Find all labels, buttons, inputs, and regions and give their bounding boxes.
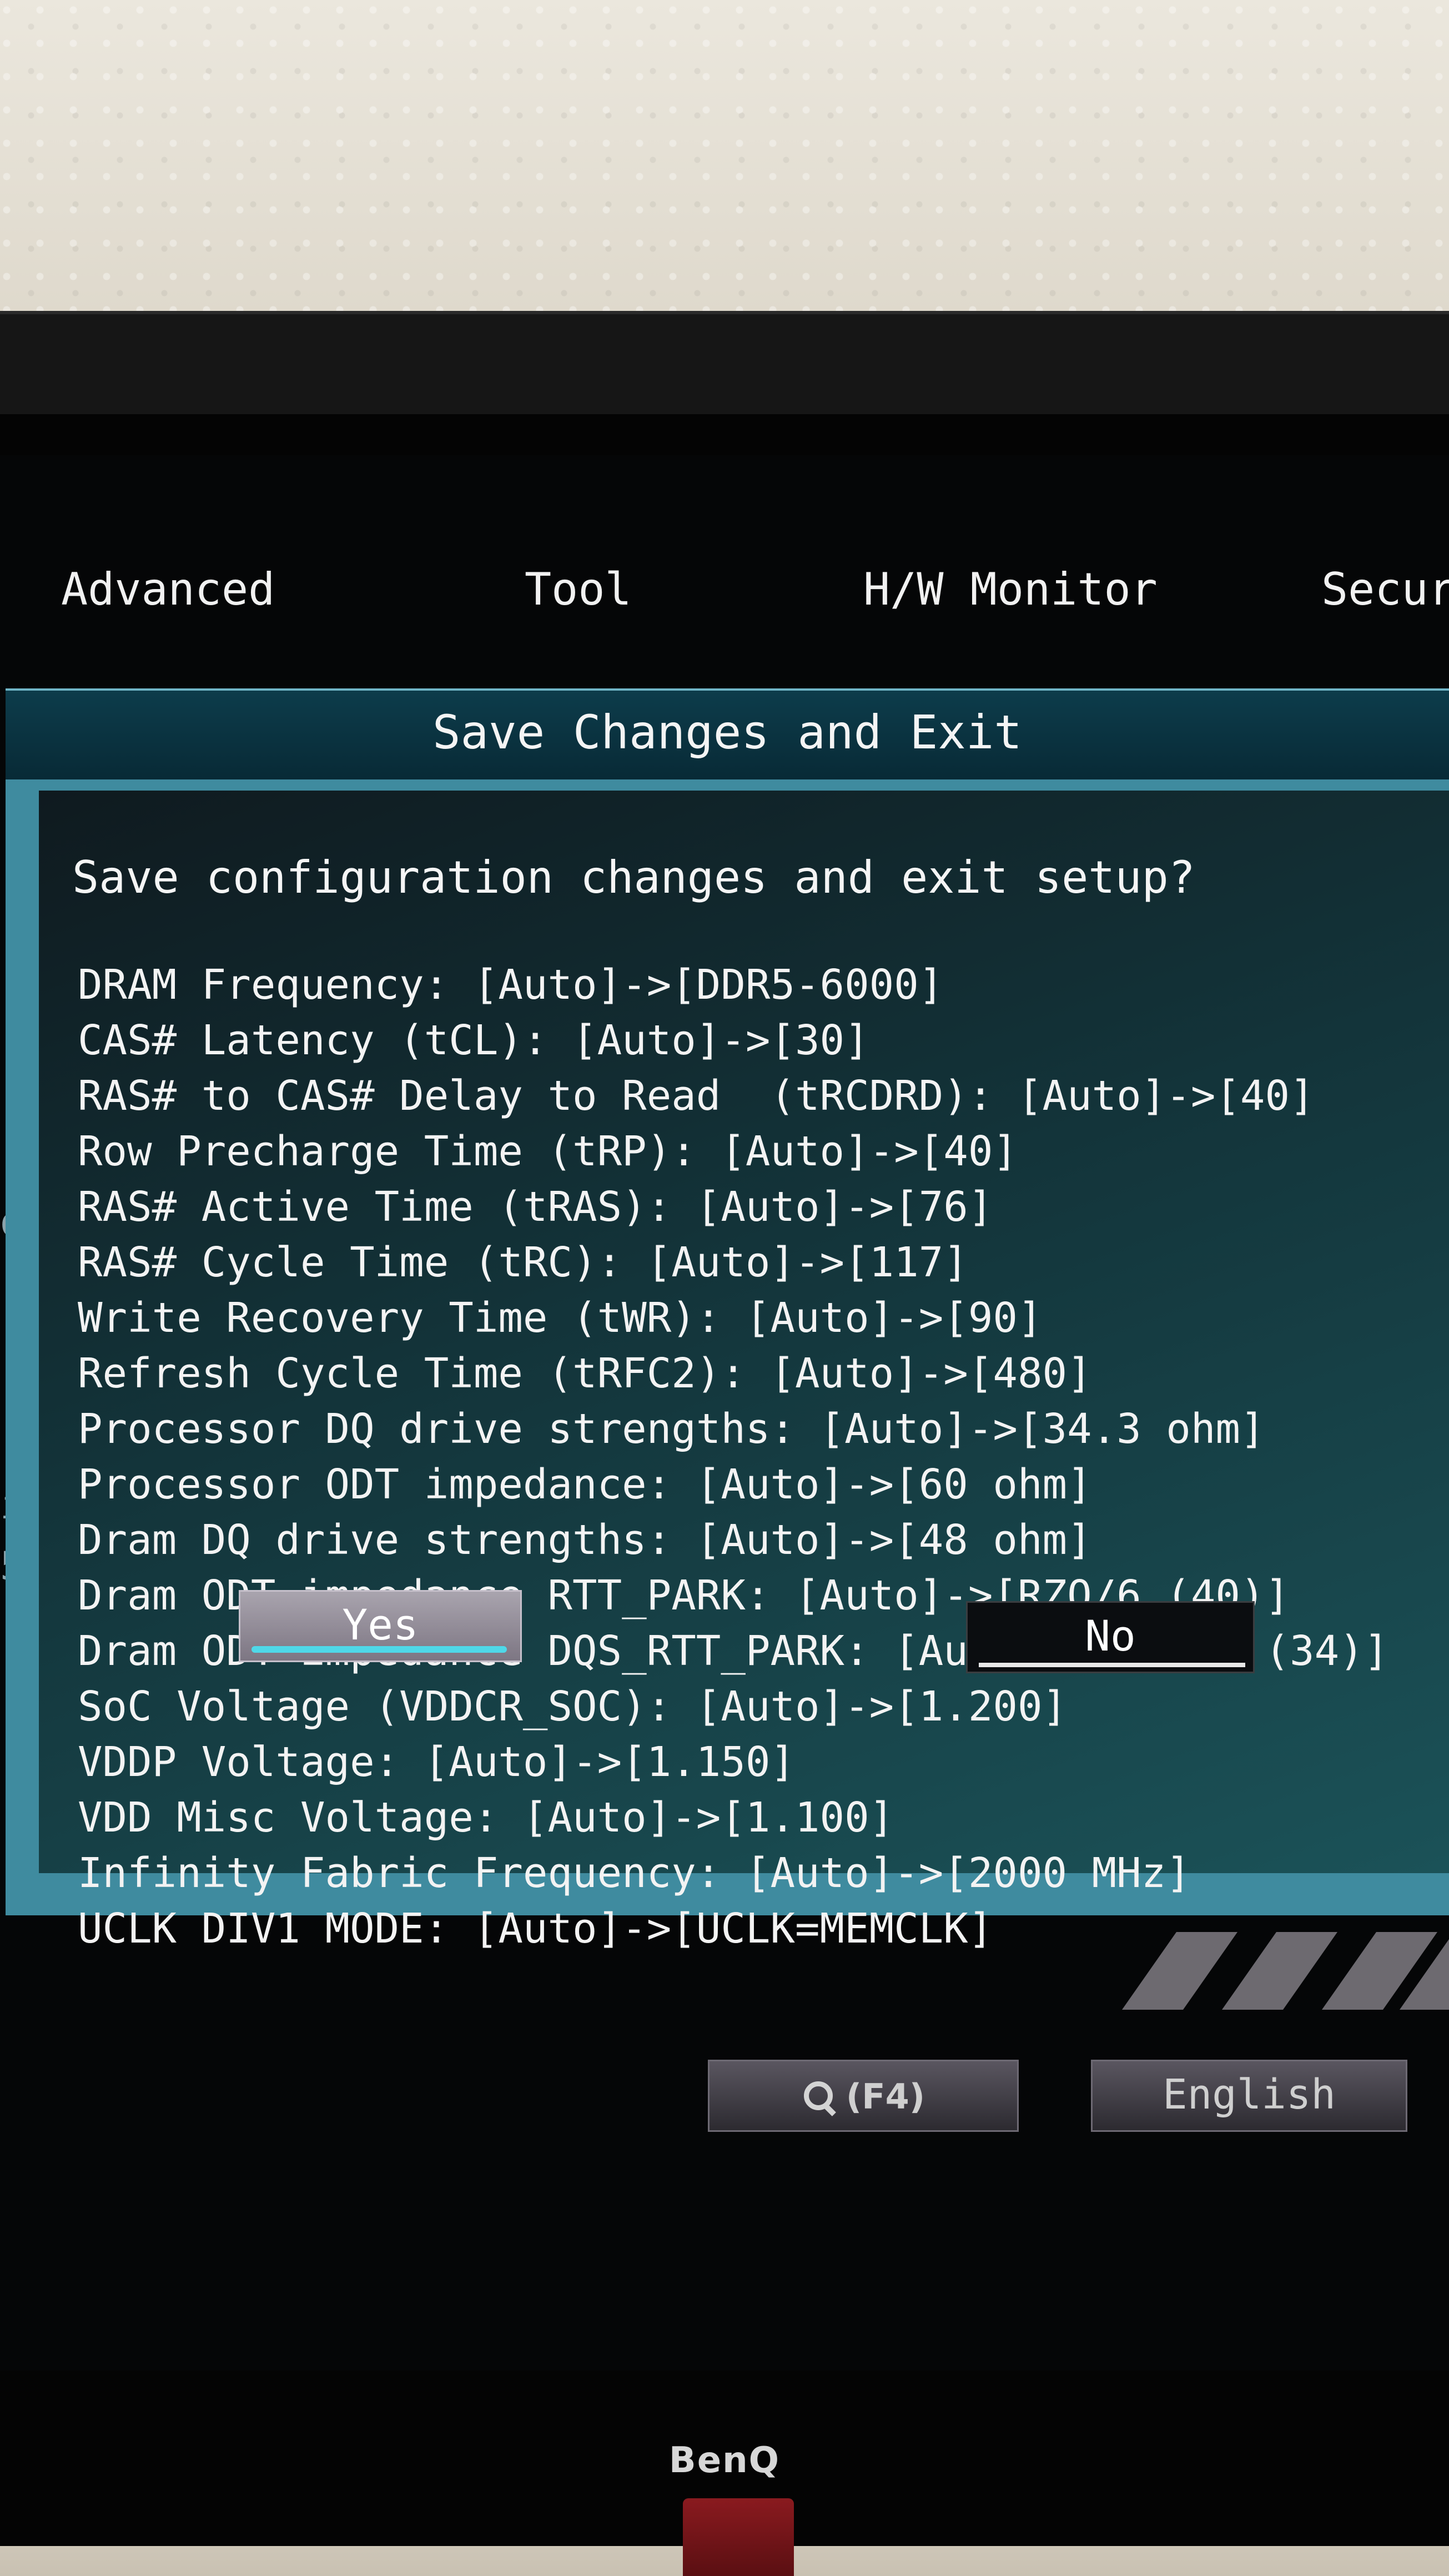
change-line: Refresh Cycle Time (tRFC2): [Auto]->[480… bbox=[78, 1350, 1092, 1397]
language-label: English bbox=[1163, 2071, 1336, 2119]
search-icon bbox=[802, 2080, 835, 2114]
yes-button-label: Yes bbox=[342, 1600, 419, 1649]
tab-tool[interactable]: Tool bbox=[525, 564, 632, 615]
change-line: RAS# to CAS# Delay to Read (tRCDRD): [Au… bbox=[78, 1072, 1315, 1120]
monitor-logo: BenQ bbox=[668, 2440, 781, 2481]
dialog-body: Save configuration changes and exit setu… bbox=[39, 791, 1449, 1953]
stripe bbox=[1221, 1932, 1338, 2010]
dialog-question: Save configuration changes and exit setu… bbox=[72, 852, 1195, 903]
change-line: UCLK DIV1 MODE: [Auto]->[UCLK=MEMCLK] bbox=[78, 1905, 993, 1953]
search-key-label: (F4) bbox=[846, 2076, 925, 2117]
wall-background bbox=[0, 0, 1449, 355]
no-button[interactable]: No bbox=[966, 1601, 1255, 1673]
tab-advanced[interactable]: Advanced bbox=[61, 564, 275, 615]
button-underline bbox=[979, 1663, 1245, 1667]
change-line: RAS# Active Time (tRAS): [Auto]->[76] bbox=[78, 1183, 993, 1231]
change-line: Processor ODT impedance: [Auto]->[60 ohm… bbox=[78, 1461, 1092, 1508]
stripe bbox=[1121, 1932, 1238, 2010]
selection-highlight bbox=[251, 1646, 507, 1653]
dialog-title: Save Changes and Exit bbox=[6, 691, 1449, 779]
yes-button[interactable]: Yes bbox=[239, 1590, 522, 1662]
change-line: RAS# Cycle Time (tRC): [Auto]->[117] bbox=[78, 1239, 968, 1286]
monitor-stand bbox=[683, 2498, 794, 2576]
change-line: Row Precharge Time (tRP): [Auto]->[40] bbox=[78, 1128, 1018, 1175]
language-button[interactable]: English bbox=[1091, 2060, 1407, 2132]
change-line: VDD Misc Voltage: [Auto]->[1.100] bbox=[78, 1794, 894, 1842]
decorative-stripes bbox=[1116, 1932, 1449, 2010]
tab-hw-monitor[interactable]: H/W Monitor bbox=[863, 564, 1158, 615]
change-line: DRAM Frequency: [Auto]->[DDR5-6000] bbox=[78, 961, 944, 1009]
no-button-label: No bbox=[1085, 1611, 1136, 1661]
search-button[interactable]: (F4) bbox=[708, 2060, 1019, 2132]
change-line: VDDP Voltage: [Auto]->[1.150] bbox=[78, 1738, 796, 1786]
change-line: Write Recovery Time (tWR): [Auto]->[90] bbox=[78, 1294, 1043, 1342]
change-line: Dram DQ drive strengths: [Auto]->[48 ohm… bbox=[78, 1516, 1092, 1564]
bios-screen: Advanced Tool H/W Monitor Securi de io 5… bbox=[0, 455, 1449, 2371]
change-line: CAS# Latency (tCL): [Auto]->[30] bbox=[78, 1017, 869, 1064]
change-line: Infinity Fabric Frequency: [Auto]->[2000… bbox=[78, 1849, 1191, 1897]
change-line: Processor DQ drive strengths: [Auto]->[3… bbox=[78, 1405, 1265, 1453]
tab-security[interactable]: Securi bbox=[1321, 564, 1449, 615]
save-exit-dialog: Save Changes and Exit Save configuration… bbox=[6, 688, 1449, 1953]
change-line: SoC Voltage (VDDCR_SOC): [Auto]->[1.200] bbox=[78, 1683, 1068, 1730]
